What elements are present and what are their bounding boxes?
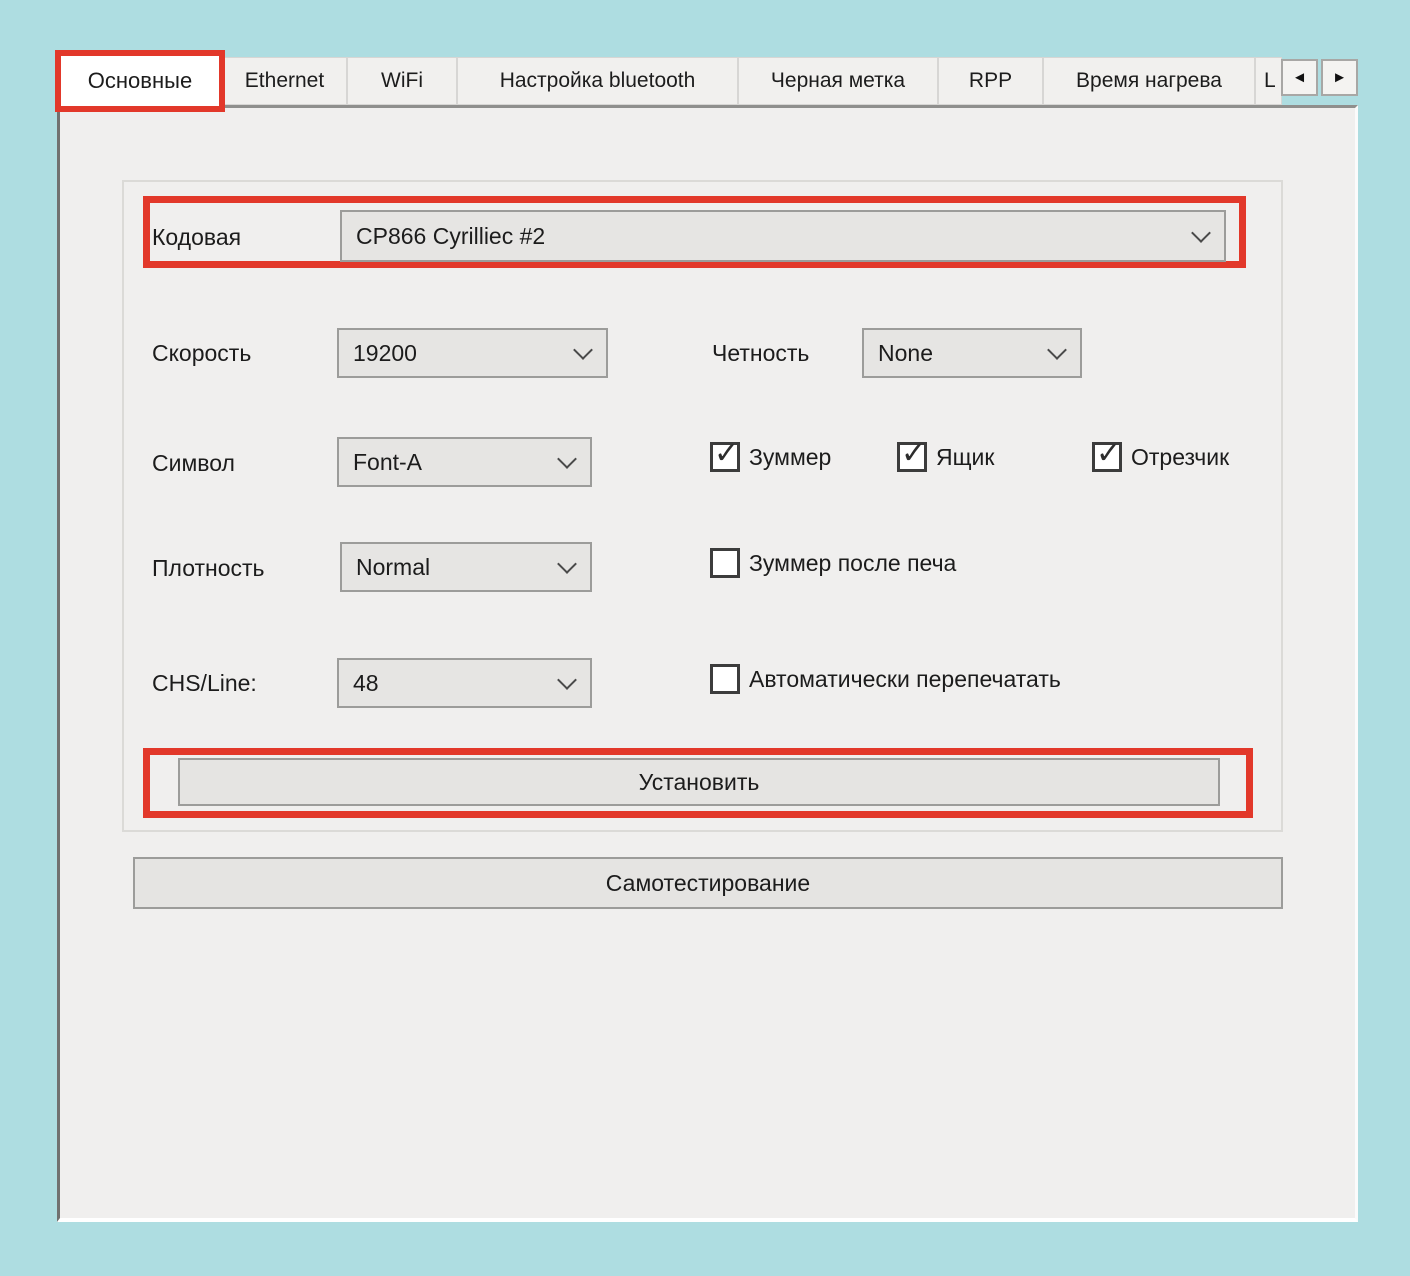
symbol-value: Font-A — [353, 449, 560, 476]
tab-scroll-controls: ◄ ► — [1281, 59, 1358, 96]
set-button[interactable]: Установить — [178, 758, 1220, 806]
codepage-select[interactable]: CP866 Cyrilliec #2 — [340, 210, 1226, 262]
tab-bluetooth[interactable]: Настройка bluetooth — [457, 57, 738, 105]
codepage-value: CP866 Cyrilliec #2 — [356, 223, 1194, 250]
tab-scroll-right-button[interactable]: ► — [1321, 59, 1358, 96]
chs-line-select[interactable]: 48 — [337, 658, 592, 708]
settings-groupbox — [122, 180, 1283, 832]
buzzer-after-print-checkbox[interactable]: Зуммер после печа — [710, 548, 956, 578]
tab-label: Время нагрева — [1076, 69, 1222, 93]
speed-value: 19200 — [353, 340, 576, 367]
tab-ethernet[interactable]: Ethernet — [222, 57, 347, 105]
tab-label: Черная метка — [771, 69, 905, 93]
chevron-down-icon — [557, 449, 577, 469]
chevron-down-icon — [557, 670, 577, 690]
parity-value: None — [878, 340, 1050, 367]
tab-osnovnye[interactable]: Основные — [55, 50, 225, 112]
tab-rpp[interactable]: RPP — [938, 57, 1043, 105]
tab-label: Ethernet — [245, 69, 324, 93]
symbol-select[interactable]: Font-A — [337, 437, 592, 487]
chevron-down-icon — [1191, 223, 1211, 243]
chevron-down-icon — [557, 554, 577, 574]
set-button-label: Установить — [639, 769, 760, 796]
density-select[interactable]: Normal — [340, 542, 592, 592]
drawer-checkbox[interactable]: Ящик — [897, 442, 994, 472]
tab-scroll-left-button[interactable]: ◄ — [1281, 59, 1318, 96]
tab-heating-time[interactable]: Время нагрева — [1043, 57, 1255, 105]
selftest-button[interactable]: Самотестирование — [133, 857, 1283, 909]
auto-reprint-checkbox[interactable]: Автоматически перепечатать — [710, 664, 1061, 694]
symbol-label: Символ — [152, 450, 235, 477]
checkbox-icon[interactable] — [710, 548, 740, 578]
arrow-left-icon: ◄ — [1292, 69, 1307, 86]
selftest-button-label: Самотестирование — [606, 870, 810, 897]
parity-label: Четность — [712, 340, 809, 367]
tab-truncated[interactable]: L — [1255, 57, 1282, 105]
buzzer-checkbox[interactable]: Зуммер — [710, 442, 831, 472]
chs-line-label: CHS/Line: — [152, 670, 257, 697]
tab-label: WiFi — [381, 69, 423, 93]
cutter-checkbox[interactable]: Отрезчик — [1092, 442, 1229, 472]
tab-label: L — [1264, 69, 1276, 93]
checkbox-icon[interactable] — [710, 442, 740, 472]
screen: Основные Ethernet WiFi Настройка bluetoo… — [0, 0, 1410, 1276]
buzzer-checkbox-label: Зуммер — [749, 444, 831, 471]
chs-line-value: 48 — [353, 670, 560, 697]
chevron-down-icon — [1047, 340, 1067, 360]
cutter-checkbox-label: Отрезчик — [1131, 444, 1229, 471]
parity-select[interactable]: None — [862, 328, 1082, 378]
checkbox-icon[interactable] — [710, 664, 740, 694]
density-label: Плотность — [152, 555, 265, 582]
tab-label: RPP — [969, 69, 1012, 93]
drawer-checkbox-label: Ящик — [936, 444, 994, 471]
chevron-down-icon — [573, 340, 593, 360]
tab-black-mark[interactable]: Черная метка — [738, 57, 938, 105]
codepage-label: Кодовая — [152, 224, 241, 251]
buzzer-after-print-checkbox-label: Зуммер после печа — [749, 550, 956, 577]
tab-label: Основные — [88, 68, 192, 94]
speed-select[interactable]: 19200 — [337, 328, 608, 378]
speed-label: Скорость — [152, 340, 251, 367]
density-value: Normal — [356, 554, 560, 581]
checkbox-icon[interactable] — [1092, 442, 1122, 472]
tab-label: Настройка bluetooth — [500, 69, 696, 93]
arrow-right-icon: ► — [1332, 69, 1347, 86]
tab-wifi[interactable]: WiFi — [347, 57, 457, 105]
checkbox-icon[interactable] — [897, 442, 927, 472]
auto-reprint-checkbox-label: Автоматически перепечатать — [749, 666, 1061, 693]
